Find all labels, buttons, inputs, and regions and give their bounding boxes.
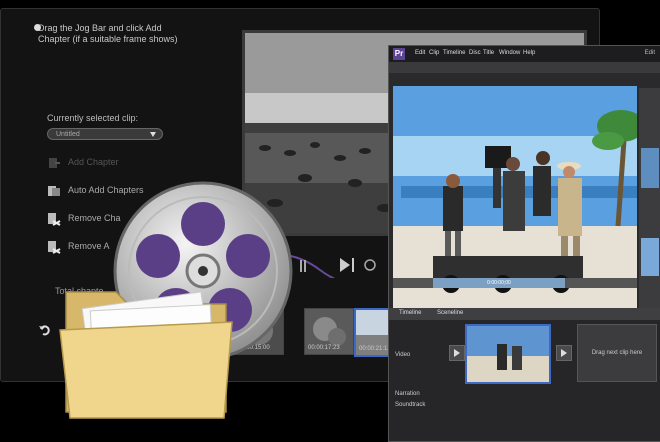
add-chapter-button[interactable]: Add Chapter <box>47 153 119 171</box>
track-label-narration: Narration <box>395 391 420 397</box>
remove-chapter-icon <box>48 212 61 226</box>
menu-timeline[interactable]: Timeline <box>443 50 465 56</box>
workspace-tab-edit[interactable]: Edit <box>645 50 655 56</box>
pause-icon[interactable] <box>300 260 302 272</box>
panel-thumb[interactable] <box>641 148 659 188</box>
clip-select[interactable]: Untitled <box>47 128 163 140</box>
arrow-right-icon <box>561 349 567 357</box>
menu-window[interactable]: Window <box>499 50 520 56</box>
editor-window: Pr Edit Clip Timeline Disc Title Window … <box>388 45 660 442</box>
monitor-scrubber[interactable]: 0:00:00;00 <box>393 278 637 288</box>
instruction-text: Drag the Jog Bar and click Add Chapter (… <box>34 23 188 45</box>
auto-chapters-icon <box>48 185 60 196</box>
panel-thumb[interactable] <box>641 238 659 276</box>
timecode-bar: 0:00:00;00 <box>433 278 565 288</box>
menu-disc[interactable]: Disc <box>469 50 481 56</box>
clip-select-label: Currently selected clip: <box>47 113 139 123</box>
transition-slot[interactable] <box>556 345 572 361</box>
menu-clip[interactable]: Clip <box>429 50 439 56</box>
loop-icon[interactable] <box>364 259 376 271</box>
menu-edit[interactable]: Edit <box>415 50 425 56</box>
menu-bar: Pr Edit Clip Timeline Disc Title Window … <box>389 46 660 62</box>
scene-clip[interactable] <box>465 324 551 384</box>
toolbar <box>389 62 660 73</box>
track-label-soundtrack: Soundtrack <box>395 402 426 408</box>
tasks-panel <box>639 88 660 314</box>
undo-icon[interactable] <box>38 323 52 337</box>
tab-timeline[interactable]: Timeline <box>399 310 421 316</box>
remove-all-chapters-button[interactable]: Remove A <box>47 237 110 255</box>
bulb-icon <box>34 24 41 31</box>
menu-title[interactable]: Title <box>483 50 494 56</box>
chevron-down-icon <box>150 132 156 137</box>
app-logo: Pr <box>393 48 405 60</box>
arrow-right-icon <box>454 349 460 357</box>
menu-help[interactable]: Help <box>523 50 535 56</box>
tab-sceneline[interactable]: Sceneline <box>437 310 463 316</box>
add-chapter-icon <box>49 157 60 168</box>
track-label-video: Video <box>395 352 411 358</box>
play-icon[interactable] <box>340 258 350 272</box>
chapter-thumb[interactable]: 00:00:17:23 <box>304 308 354 355</box>
folder-icon <box>59 291 233 419</box>
remove-all-icon <box>48 240 61 254</box>
transition-slot[interactable] <box>449 345 465 361</box>
drop-zone[interactable]: Drag next clip here <box>577 324 657 382</box>
timeline-tabs: Timeline Sceneline <box>389 308 660 320</box>
